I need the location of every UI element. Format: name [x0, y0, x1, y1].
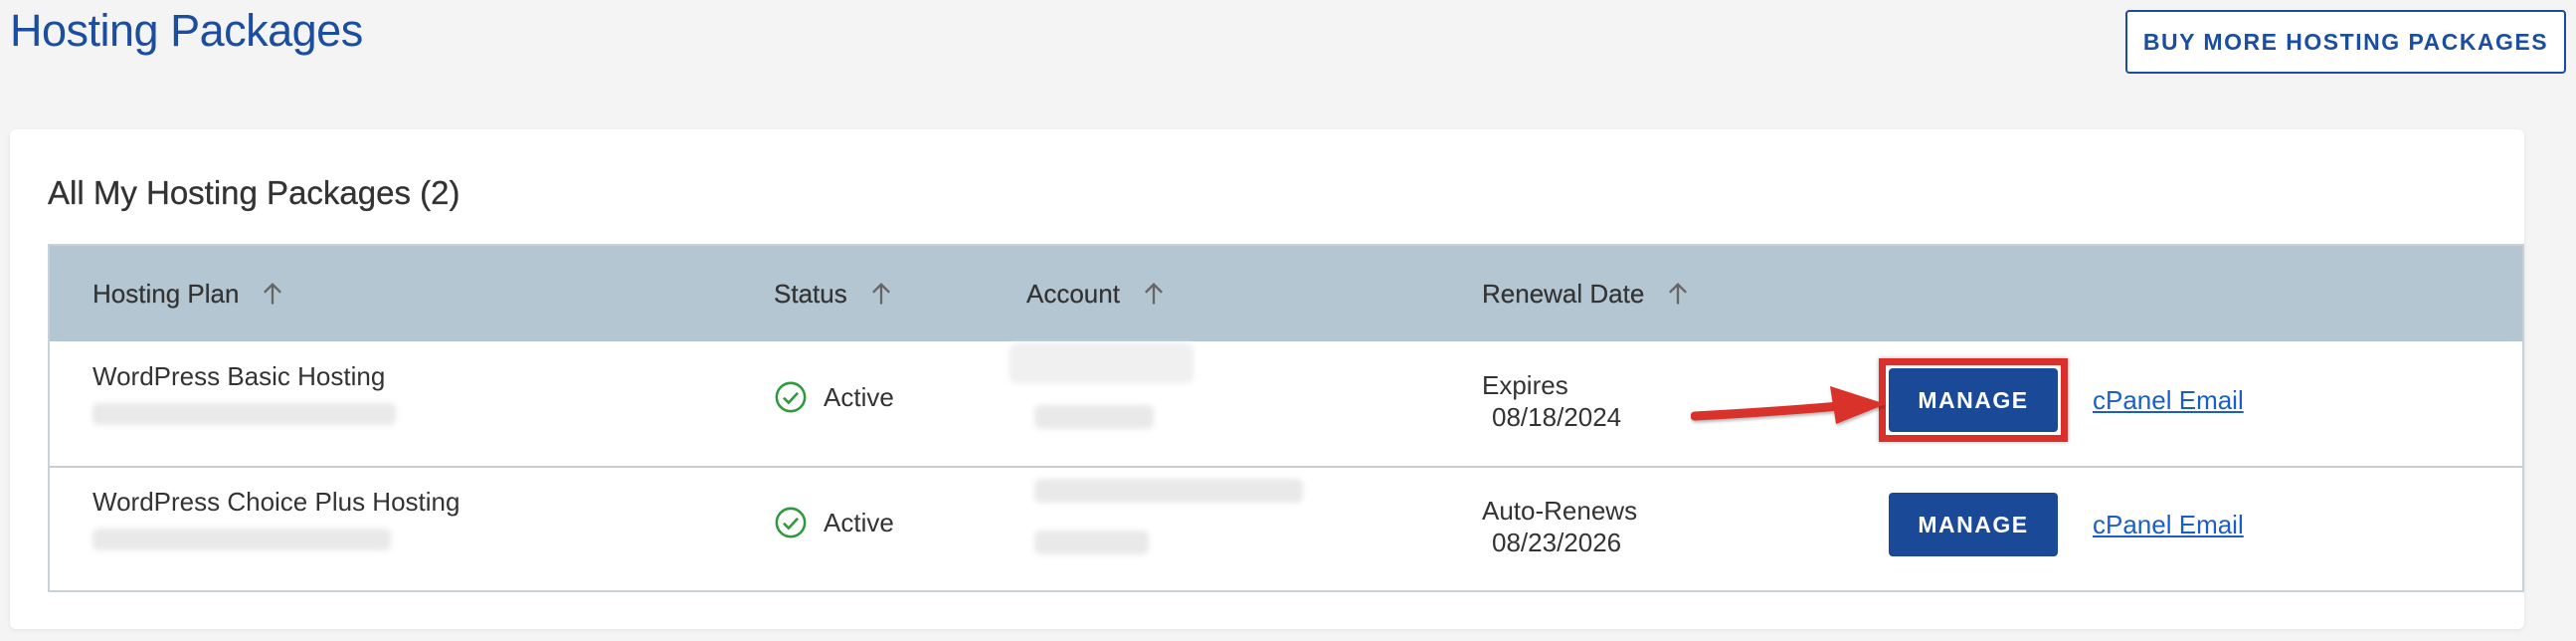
- status-text: Active: [824, 381, 894, 412]
- manage-button[interactable]: MANAGE: [1889, 368, 2058, 432]
- renewal-label: Expires: [1482, 370, 1568, 400]
- status-cell: Active: [774, 506, 894, 539]
- check-circle-icon: [775, 507, 807, 538]
- buy-more-hosting-button[interactable]: BUY MORE HOSTING PACKAGES: [2125, 10, 2566, 74]
- red-arrow-annotation-icon: [1691, 386, 1886, 424]
- renewal-date: 08/18/2024: [1492, 402, 1622, 432]
- manage-button[interactable]: MANAGE: [1889, 493, 2058, 556]
- table-row: WordPress Basic Hosting Active Expires 0…: [50, 341, 2522, 468]
- redacted-account-id: [1034, 405, 1154, 429]
- redacted-account: [1010, 343, 1194, 383]
- column-header-status[interactable]: Status: [774, 246, 895, 341]
- renewal-cell: Expires 08/18/2024: [1482, 369, 1621, 433]
- status-text: Active: [824, 507, 894, 537]
- renewal-label: Auto-Renews: [1482, 496, 1638, 526]
- cpanel-email-link[interactable]: cPanel Email: [2093, 510, 2244, 540]
- card-title: All My Hosting Packages (2): [48, 174, 460, 211]
- redacted-domain: [92, 529, 391, 550]
- sort-arrow-up-icon[interactable]: [867, 280, 895, 308]
- check-circle-icon: [775, 381, 807, 413]
- column-header-account[interactable]: Account: [1026, 246, 1168, 341]
- redacted-domain: [92, 403, 396, 425]
- table-header: Hosting Plan Status Account Renewal Date: [50, 246, 2522, 341]
- redacted-account: [1034, 479, 1303, 503]
- redacted-account-id: [1034, 531, 1149, 554]
- cpanel-email-link[interactable]: cPanel Email: [2093, 385, 2244, 416]
- column-header-hosting-plan[interactable]: Hosting Plan: [92, 246, 286, 341]
- hosting-table: Hosting Plan Status Account Renewal Date…: [48, 244, 2524, 592]
- table-row: WordPress Choice Plus Hosting Active Aut…: [50, 467, 2522, 591]
- renewal-date: 08/23/2026: [1492, 528, 1622, 557]
- plan-name: WordPress Choice Plus Hosting: [92, 487, 460, 517]
- sort-arrow-up-icon[interactable]: [1140, 280, 1168, 308]
- hosting-packages-card: All My Hosting Packages (2) Hosting Plan…: [10, 129, 2524, 629]
- status-cell: Active: [774, 380, 894, 414]
- sort-arrow-up-icon[interactable]: [259, 280, 286, 308]
- sort-arrow-up-icon[interactable]: [1664, 280, 1692, 308]
- column-header-renewal-date[interactable]: Renewal Date: [1482, 246, 1692, 341]
- plan-name: WordPress Basic Hosting: [92, 361, 386, 391]
- renewal-cell: Auto-Renews 08/23/2026: [1482, 495, 1637, 558]
- page-title: Hosting Packages: [10, 5, 363, 56]
